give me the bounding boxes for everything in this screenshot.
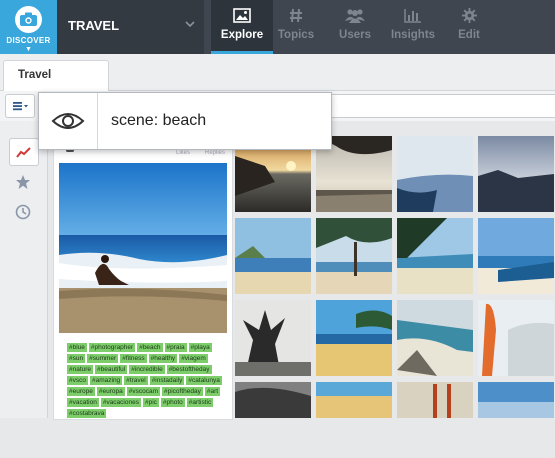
project-name: TRAVEL <box>68 18 120 33</box>
chevron-down-icon: ▼ <box>25 46 32 53</box>
hashtag[interactable]: #praia <box>164 343 187 352</box>
grid-image[interactable] <box>478 136 554 212</box>
favorites-button[interactable] <box>9 169 37 195</box>
hashtag[interactable]: #amazing <box>89 376 123 385</box>
gear-icon <box>446 8 492 24</box>
hashtag[interactable]: #playa <box>188 343 212 352</box>
tab-users[interactable]: Users <box>330 0 380 54</box>
menu-button[interactable] <box>5 94 35 118</box>
hashtag[interactable]: #costabrava <box>67 409 107 418</box>
hashtag[interactable]: #incredible <box>129 365 165 374</box>
tab-edit-label: Edit <box>458 29 480 41</box>
grid-image[interactable] <box>397 218 473 294</box>
hashtag[interactable]: #photographer <box>88 343 136 352</box>
discover-label: DISCOVER <box>6 36 51 45</box>
hashtag[interactable]: #vsco <box>67 376 88 385</box>
scene-filter-popup[interactable]: scene: beach <box>38 92 332 150</box>
tab-explore[interactable]: Explore <box>211 0 273 54</box>
tab-users-label: Users <box>339 29 371 41</box>
users-icon <box>330 8 380 24</box>
camera-icon <box>15 6 42 33</box>
grid-image[interactable] <box>316 218 392 294</box>
hashtag[interactable]: #europa <box>96 387 125 396</box>
tab-explore-label: Explore <box>220 29 264 41</box>
grid-image[interactable] <box>316 300 392 376</box>
hashtag-list: #blue #photographer #beach #praia #playa #sun… <box>67 342 227 419</box>
hashtag[interactable]: #fitness <box>120 354 147 363</box>
menu-icon <box>13 102 28 111</box>
star-icon <box>16 175 30 189</box>
grid-image[interactable] <box>397 382 473 458</box>
left-rail <box>0 121 48 418</box>
hashtag[interactable]: #blue <box>67 343 87 352</box>
likes-label: Likes <box>176 150 191 156</box>
grid-image[interactable] <box>235 382 311 458</box>
hashtag[interactable]: #picoftheday <box>161 387 203 396</box>
grid-image[interactable] <box>478 300 554 376</box>
discover-button[interactable]: DISCOVER ▼ <box>0 0 57 54</box>
bar-chart-icon <box>388 8 438 24</box>
grid-image[interactable] <box>478 382 554 458</box>
hashtag[interactable]: #vacation <box>67 398 99 407</box>
trending-button[interactable] <box>9 138 39 166</box>
hashtag[interactable]: #art <box>204 387 221 396</box>
grid-image[interactable] <box>478 218 554 294</box>
hashtag[interactable]: #bestoftheday <box>166 365 212 374</box>
tab-topics[interactable]: Topics <box>273 0 319 54</box>
hashtag[interactable]: #vacaciones <box>100 398 141 407</box>
grid-image[interactable] <box>316 382 392 458</box>
clock-icon <box>15 204 31 220</box>
hashtag[interactable]: #pic <box>142 398 159 407</box>
hashtag[interactable]: #artistic <box>186 398 214 407</box>
hashtag[interactable]: #beautiful <box>95 365 128 374</box>
search-input[interactable] <box>330 94 555 118</box>
post-card[interactable]: Likes Replies #blue #photographer #beach #p… <box>53 140 233 420</box>
replies-label: Replies <box>205 150 226 156</box>
stream-tabs: Travel <box>0 54 555 91</box>
image-grid <box>235 136 555 418</box>
tab-edit[interactable]: Edit <box>446 0 492 54</box>
grid-image[interactable] <box>235 218 311 294</box>
trending-icon <box>16 147 31 158</box>
chevron-down-icon <box>185 19 195 31</box>
hashtag[interactable]: #viagem <box>179 354 208 363</box>
tab-travel[interactable]: Travel <box>3 60 109 91</box>
hashtag[interactable]: #summer <box>87 354 119 363</box>
image-icon <box>211 8 273 24</box>
hashtag[interactable]: #catalunya <box>186 376 222 385</box>
hashtag[interactable]: #healthy <box>148 354 178 363</box>
hashtag[interactable]: #instadaily <box>149 376 185 385</box>
hashtag[interactable]: #vscocam <box>126 387 160 396</box>
hashtag[interactable]: #sun <box>67 354 86 363</box>
hash-icon <box>273 8 319 24</box>
grid-image[interactable] <box>397 136 473 212</box>
project-selector[interactable]: TRAVEL <box>57 0 204 54</box>
history-button[interactable] <box>9 199 37 225</box>
hashtag[interactable]: #photo <box>160 398 185 407</box>
eye-icon <box>39 93 98 149</box>
scene-filter-text: scene: beach <box>111 112 207 129</box>
hashtag[interactable]: #europe <box>67 387 95 396</box>
tab-insights-label: Insights <box>390 29 436 41</box>
tab-insights[interactable]: Insights <box>388 0 438 54</box>
grid-image[interactable] <box>235 300 311 376</box>
grid-image[interactable] <box>397 300 473 376</box>
hashtag[interactable]: #travel <box>124 376 148 385</box>
tab-travel-label: Travel <box>18 69 52 81</box>
top-bar: DISCOVER ▼ TRAVEL Explore Topics Users I… <box>0 0 555 54</box>
post-photo[interactable] <box>59 163 227 333</box>
hashtag[interactable]: #beach <box>137 343 163 352</box>
hashtag[interactable]: #nature <box>67 365 94 374</box>
tab-topics-label: Topics <box>277 29 315 41</box>
